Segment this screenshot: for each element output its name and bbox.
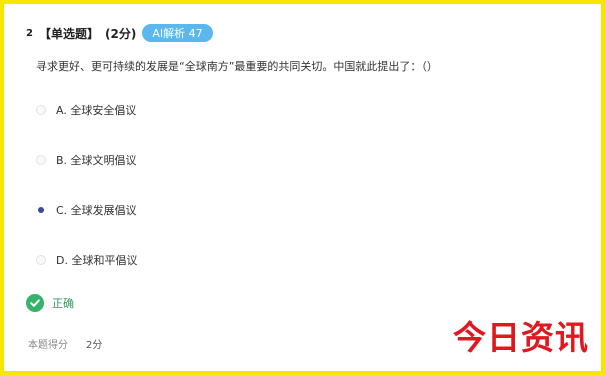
question-number: 2 xyxy=(26,27,33,39)
option-d[interactable]: D. 全球和平倡议 xyxy=(36,252,137,268)
radio-icon[interactable] xyxy=(36,105,46,115)
question-points: (2分) xyxy=(104,26,137,41)
option-label: C. 全球发展倡议 xyxy=(56,204,137,217)
question-stem: 寻求更好、更可持续的发展是“全球南方”最重要的共同关切。中国就此提出了：（） xyxy=(36,60,438,73)
radio-icon[interactable] xyxy=(36,155,46,165)
question-card: 2 【单选题】 (2分) AI解析 47 寻求更好、更可持续的发展是“全球南方”… xyxy=(4,4,601,371)
ai-analysis-tag[interactable]: AI解析 47 xyxy=(142,24,213,42)
result-status: 正确 xyxy=(52,297,74,310)
option-a[interactable]: A. 全球安全倡议 xyxy=(36,102,136,118)
option-label: B. 全球文明倡议 xyxy=(56,154,137,167)
option-label: D. 全球和平倡议 xyxy=(56,254,138,267)
check-circle-icon xyxy=(26,294,44,312)
score-label: 本题得分 xyxy=(28,340,68,351)
option-c[interactable]: C. 全球发展倡议 xyxy=(36,202,137,218)
option-label: A. 全球安全倡议 xyxy=(56,104,137,117)
radio-icon[interactable] xyxy=(36,255,46,265)
watermark-logo: 今日资讯 xyxy=(453,318,589,357)
answer-result: 正确 xyxy=(26,294,74,312)
score-row: 本题得分 2分 xyxy=(28,336,102,351)
radio-selected-icon[interactable] xyxy=(36,205,46,215)
score-value: 2分 xyxy=(86,340,103,351)
question-header: 2 【单选题】 (2分) AI解析 47 xyxy=(26,24,213,42)
option-b[interactable]: B. 全球文明倡议 xyxy=(36,152,137,168)
question-type: 【单选题】 xyxy=(38,26,99,41)
